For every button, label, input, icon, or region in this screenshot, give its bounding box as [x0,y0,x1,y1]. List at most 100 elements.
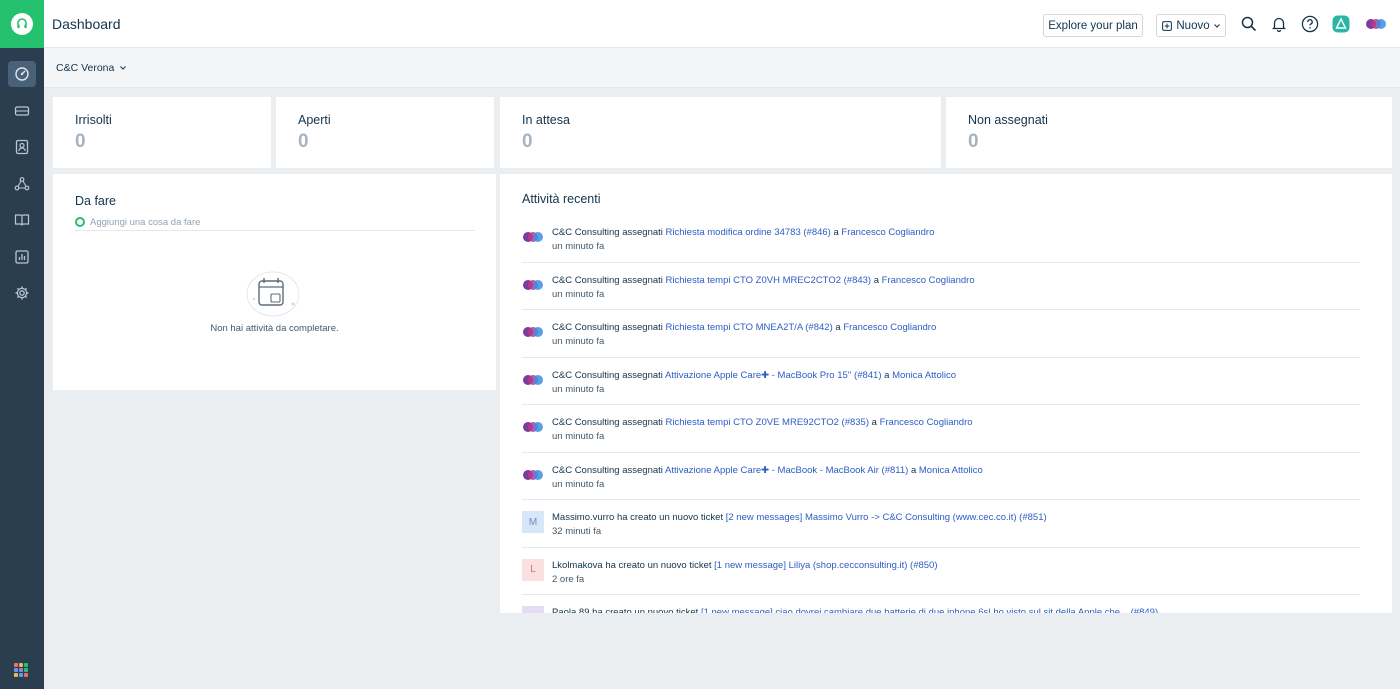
add-circle-icon [75,217,85,227]
workspace-name: C&C Verona [56,62,115,74]
empty-state-text: Non hai attività da completare. [210,323,339,334]
activity-avatar[interactable]: P [522,606,544,613]
activity-assignee-link[interactable]: Francesco Cogliandro [843,322,936,333]
avatar-initial: L [530,564,536,575]
avatar-initial: P [530,612,537,614]
plus-square-icon [1162,20,1173,31]
activity-ticket-link[interactable]: [1 new message] ciao dovrei cambiare due… [701,607,1158,613]
activity-assignee-link[interactable]: Monica Attolico [919,465,983,476]
activity-item: C&C Consulting assegnati Richiesta tempi… [522,263,1360,310]
chevron-down-icon [120,66,127,70]
activity-verb: assegnati [622,227,663,238]
activity-description: Lkolmakova ha creato un nuovo ticket [1 … [552,560,938,571]
activity-avatar[interactable]: M [522,511,544,533]
activity-ticket-link[interactable]: Attivazione Apple Care✚ - MacBook Pro 15… [665,370,881,381]
activity-avatar[interactable]: L [522,558,544,581]
stat-value: 0 [522,131,533,152]
activity-time: 32 minuti fa [552,526,602,537]
sidebar-item-knowledge-base[interactable] [0,202,44,239]
activity-verb: ha creato un nuovo ticket [616,512,724,523]
todo-title: Da fare [75,194,116,208]
activity-title: Attività recenti [522,192,601,206]
activity-ticket-link[interactable]: Attivazione Apple Care✚ - MacBook - MacB… [665,465,908,476]
activity-item: C&C Consulting assegnati Richiesta tempi… [522,405,1360,453]
activity-list: C&C Consulting assegnati Richiesta modif… [522,215,1360,613]
sidebar [0,0,44,689]
activity-avatar[interactable] [522,226,544,248]
stat-card-open[interactable]: Aperti 0 [276,97,494,168]
bell-icon[interactable] [1269,14,1289,34]
activity-actor: Massimo.vurro [552,512,615,523]
activity-preposition: a [884,369,890,381]
activity-ticket-link[interactable]: Richiesta modifica ordine 34783 (#846) [666,227,831,238]
stat-card-unresolved[interactable]: Irrisolti 0 [53,97,271,168]
activity-ticket-link[interactable]: Richiesta tempi CTO Z0VE MRE92CTO2 (#835… [666,417,869,428]
new-button-label: Nuovo [1176,19,1210,32]
todo-card: Da fare Aggiungi una cosa da fare Non ha… [53,174,496,390]
activity-item: C&C Consulting assegnati Richiesta modif… [522,215,1360,263]
new-button[interactable]: Nuovo [1156,14,1226,37]
activity-description: C&C Consulting assegnati Richiesta tempi… [552,275,975,286]
activity-description: Paola 89 ha creato un nuovo ticket [1 ne… [552,607,1158,613]
activity-time: un minuto fa [552,478,605,490]
activity-verb: assegnati [622,464,663,476]
sidebar-item-dashboard[interactable] [0,56,44,93]
top-header: Dashboard Explore your plan Nuovo [44,0,1400,48]
activity-actor: C&C Consulting [552,417,620,428]
help-icon[interactable] [1300,14,1320,34]
activity-description: C&C Consulting assegnati Attivazione App… [552,370,956,381]
activity-item: L Lkolmakova ha creato un nuovo ticket [1… [522,548,1360,595]
activity-avatar[interactable] [522,274,544,296]
activity-verb: ha creato un nuovo ticket [592,607,699,613]
workspace-selector[interactable]: C&C Verona [56,62,127,74]
activity-ticket-link[interactable]: Richiesta tempi CTO Z0VH MREC2CTO2 (#843… [666,275,872,286]
activity-avatar[interactable] [522,464,544,486]
activity-ticket-link[interactable]: Richiesta tempi CTO MNEA2T/A (#842) [666,322,833,333]
activity-time: un minuto fa [552,241,605,252]
activity-description: C&C Consulting assegnati Richiesta tempi… [552,417,973,428]
stat-value: 0 [968,131,979,152]
dashboard-icon [15,67,29,81]
book-icon [14,214,30,226]
app-switcher-icon[interactable] [1331,14,1351,34]
activity-avatar[interactable] [522,321,544,343]
stat-label: Irrisolti [75,113,112,127]
search-icon[interactable] [1239,14,1259,34]
sidebar-item-admin[interactable] [0,275,44,312]
groups-icon [14,176,30,191]
ticket-icon [14,106,30,116]
stat-value: 0 [75,131,86,152]
todo-add-field[interactable]: Aggiungi una cosa da fare [75,217,475,231]
stat-value: 0 [298,131,309,152]
activity-ticket-link[interactable]: [1 new message] Liliya (shop.cecconsulti… [714,560,937,571]
contacts-icon [15,140,29,155]
activity-assignee-link[interactable]: Francesco Cogliandro [882,275,975,286]
explore-plan-button[interactable]: Explore your plan [1043,14,1143,37]
activity-assignee-link[interactable]: Monica Attolico [892,370,956,381]
activity-description: C&C Consulting assegnati Richiesta tempi… [552,322,936,333]
sidebar-item-groups[interactable] [0,166,44,203]
freshdesk-logo[interactable] [0,0,44,48]
activity-time: un minuto fa [552,288,605,300]
activity-assignee-link[interactable]: Francesco Cogliandro [841,227,934,238]
sidebar-item-contacts[interactable] [0,129,44,166]
reports-icon [15,250,29,264]
stat-card-unassigned[interactable]: Non assegnati 0 [946,97,1392,168]
activity-verb: ha creato un nuovo ticket [605,559,712,571]
activity-actor: C&C Consulting [552,464,620,476]
activity-item: C&C Consulting assegnati Richiesta tempi… [522,310,1360,358]
activity-assignee-link[interactable]: Francesco Cogliandro [880,417,973,428]
stat-label: Aperti [298,113,331,127]
workspace-bar: C&C Verona [44,48,1400,88]
activity-avatar[interactable] [522,416,544,438]
avatar-initial: M [528,516,538,528]
profile-avatar[interactable] [1364,14,1388,34]
activity-time: un minuto fa [552,383,605,395]
activity-item: P Paola 89 ha creato un nuovo ticket [1 n… [522,595,1360,613]
activity-avatar[interactable] [522,369,544,391]
apps-grid-icon[interactable] [14,663,28,677]
sidebar-item-reports[interactable] [0,239,44,276]
stat-card-on-hold[interactable]: In attesa 0 [500,97,941,168]
activity-ticket-link[interactable]: [2 new messages] Massimo Vurro -> C&C Co… [726,512,1047,523]
sidebar-item-tickets[interactable] [0,93,44,130]
